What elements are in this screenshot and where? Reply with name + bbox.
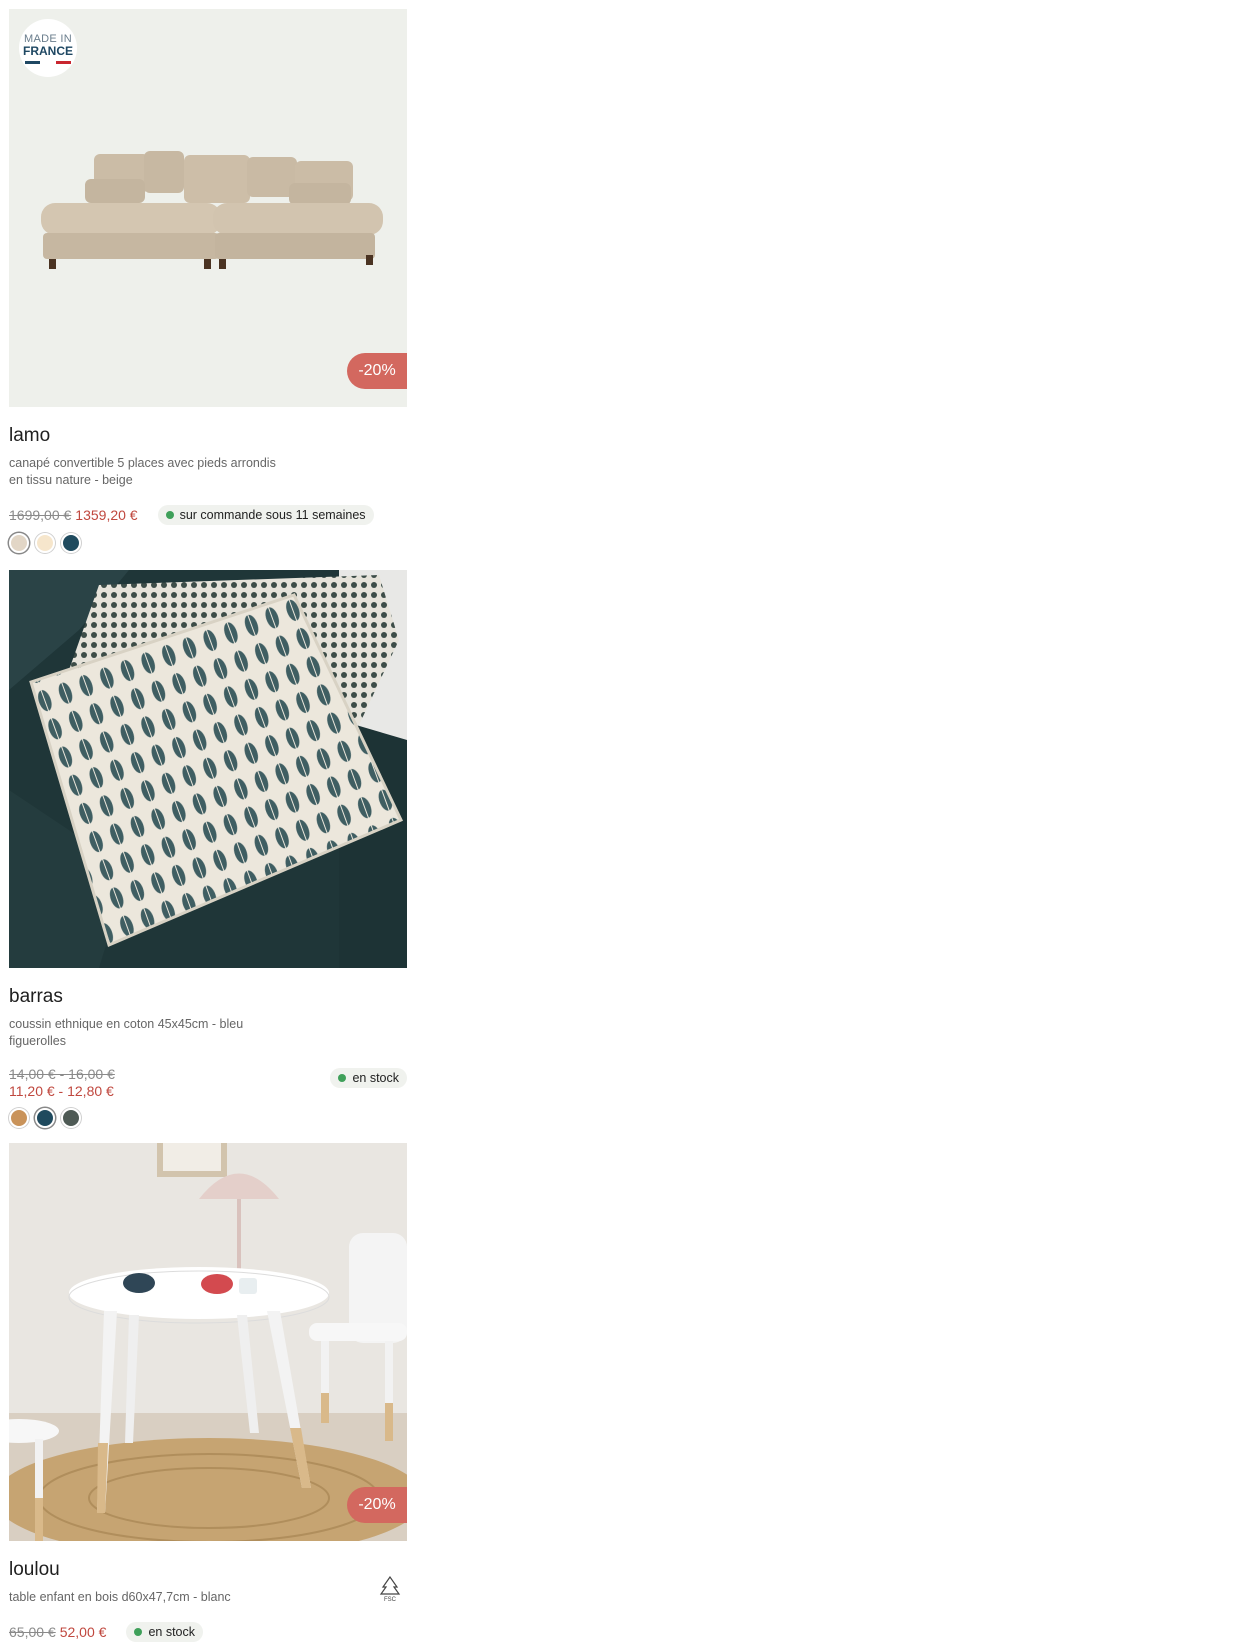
- cushion-image: [9, 570, 407, 968]
- sale-price: 1359,20 €: [75, 507, 138, 523]
- color-swatch-cream[interactable]: [35, 533, 55, 553]
- fsc-icon: FSC: [379, 1575, 401, 1603]
- made-in-france-badge: MADE IN FRANCE: [19, 19, 77, 77]
- product-card-loulou[interactable]: -20% loulou FSC table enfant en bois d60…: [9, 1143, 407, 1642]
- product-name[interactable]: lamo: [9, 425, 407, 447]
- color-swatch-beige[interactable]: [9, 533, 29, 553]
- kids-table-image: [9, 1143, 407, 1541]
- price-row: 1699,00 € 1359,20 € sur commande sous 11…: [9, 505, 407, 525]
- made-in-label: MADE IN: [24, 32, 72, 45]
- color-swatch-grey[interactable]: [61, 1108, 81, 1128]
- product-description: coussin ethnique en coton 45x45cm - bleu…: [9, 1017, 244, 1048]
- product-card-barras[interactable]: barras coussin ethnique en coton 45x45cm…: [9, 570, 407, 1128]
- stock-badge: en stock: [126, 1622, 203, 1642]
- product-name[interactable]: loulou: [9, 1559, 407, 1581]
- old-price: 1699,00 €: [9, 507, 72, 523]
- old-price: 65,00 €: [9, 1624, 56, 1640]
- product-description: canapé convertible 5 places avec pieds a…: [9, 456, 276, 487]
- stock-dot-icon: [165, 511, 174, 519]
- product-image[interactable]: -20%: [9, 1143, 407, 1541]
- stock-dot-icon: [134, 1628, 143, 1636]
- product-description: table enfant en bois d60x47,7cm - blanc: [9, 1590, 231, 1604]
- stock-badge: en stock: [330, 1068, 407, 1088]
- french-flag-icon: [25, 60, 71, 64]
- stock-badge: sur commande sous 11 semaines: [157, 505, 374, 525]
- color-swatch-blue[interactable]: [35, 1108, 55, 1128]
- product-card-lamo[interactable]: MADE IN FRANCE -20% lamo canapé converti…: [9, 9, 407, 553]
- stock-label: en stock: [148, 1625, 195, 1639]
- price-row: 14,00 € - 16,00 € 11,20 € - 12,80 € en s…: [9, 1066, 407, 1100]
- product-name[interactable]: barras: [9, 986, 407, 1008]
- sofa-image: [9, 9, 407, 407]
- color-swatch-blue[interactable]: [61, 533, 81, 553]
- stock-label: en stock: [352, 1071, 399, 1085]
- sale-price: 52,00 €: [59, 1624, 107, 1640]
- product-image[interactable]: MADE IN FRANCE -20%: [9, 9, 407, 407]
- price-row: 65,00 € 52,00 € en stock: [9, 1622, 407, 1642]
- product-image[interactable]: [9, 570, 407, 968]
- color-swatch-ochre[interactable]: [9, 1108, 29, 1128]
- color-swatches: [9, 1108, 407, 1128]
- discount-badge: -20%: [347, 1487, 407, 1523]
- fsc-label: FSC: [384, 1597, 397, 1603]
- stock-dot-icon: [338, 1074, 347, 1082]
- color-swatches: [9, 533, 407, 553]
- discount-badge: -20%: [347, 353, 407, 389]
- stock-label: sur commande sous 11 semaines: [179, 508, 366, 522]
- france-label: FRANCE: [23, 43, 73, 58]
